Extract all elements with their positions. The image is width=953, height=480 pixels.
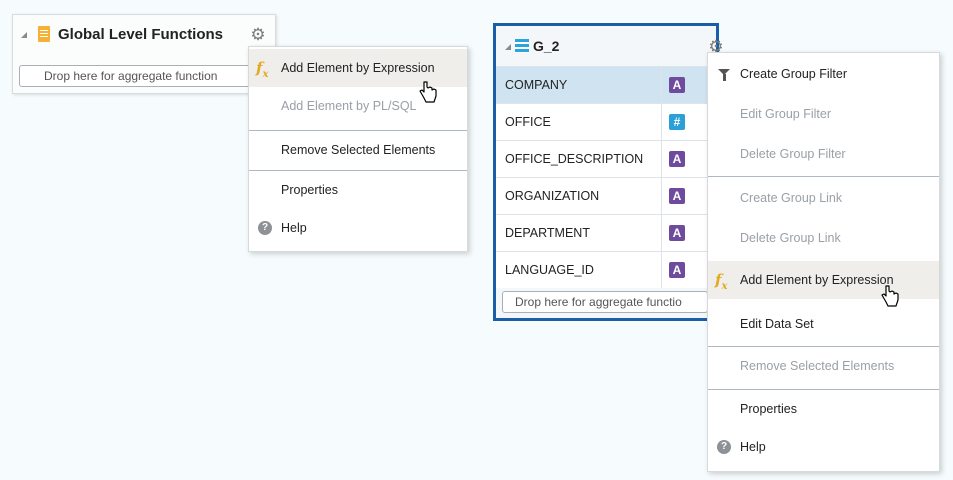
global-level-functions-panel: Global Level Functions ⚙ Drop here for a… — [12, 14, 276, 94]
menu-separator — [708, 176, 939, 177]
collapse-triangle-icon[interactable] — [21, 32, 27, 38]
alpha-type-icon: A — [669, 188, 685, 204]
column-divider — [661, 252, 662, 288]
global-panel-title: Global Level Functions — [58, 26, 224, 43]
menu-item-label: Properties — [281, 183, 338, 197]
column-divider — [661, 67, 662, 103]
menu-item-add-element-by-expression[interactable]: fx Add Element by Expression — [708, 261, 939, 299]
aggregate-drop-zone[interactable]: Drop here for aggregate function — [19, 65, 269, 87]
group-panel-header: G_2 ⚙ — [496, 26, 724, 66]
column-divider — [661, 215, 662, 251]
group-panel-title: G_2 — [533, 38, 560, 54]
menu-item-help[interactable]: ? Help — [249, 209, 467, 247]
table-row-office-description[interactable]: OFFICE_DESCRIPTION A — [496, 140, 708, 177]
menu-item-delete-group-link[interactable]: Delete Group Link — [708, 219, 939, 257]
group-context-menu: Create Group Filter Edit Group Filter De… — [707, 52, 940, 472]
collapse-triangle-icon[interactable] — [505, 44, 511, 50]
menu-item-label: Properties — [740, 402, 797, 416]
column-divider — [661, 141, 662, 177]
alpha-type-icon: A — [669, 225, 685, 241]
table-row-company[interactable]: COMPANY A — [496, 66, 708, 103]
gear-icon[interactable]: ⚙ — [250, 26, 266, 43]
menu-item-label: Delete Group Link — [740, 231, 841, 245]
menu-item-label: Delete Group Filter — [740, 147, 846, 161]
document-icon — [38, 26, 50, 42]
fx-icon: fx — [715, 271, 728, 292]
alpha-type-icon: A — [669, 262, 685, 278]
help-icon: ? — [717, 440, 731, 454]
element-name: COMPANY — [505, 78, 568, 92]
menu-item-remove-selected-elements[interactable]: Remove Selected Elements — [249, 131, 467, 169]
help-icon: ? — [258, 221, 272, 235]
menu-item-label: Remove Selected Elements — [740, 359, 895, 373]
menu-item-label: Create Group Link — [740, 191, 843, 205]
menu-item-create-group-filter[interactable]: Create Group Filter — [708, 55, 939, 93]
data-group-icon — [515, 39, 529, 53]
menu-item-label: Add Element by Expression — [281, 61, 435, 75]
global-panel-header: Global Level Functions ⚙ — [13, 15, 275, 55]
table-row-organization[interactable]: ORGANIZATION A — [496, 177, 708, 214]
menu-item-label: Help — [740, 440, 766, 454]
element-name: DEPARTMENT — [505, 226, 590, 240]
hand-cursor-icon — [419, 81, 437, 103]
element-name: LANGUAGE_ID — [505, 263, 594, 277]
menu-item-properties[interactable]: Properties — [708, 390, 939, 428]
group-g2-panel: G_2 ⚙ COMPANY A OFFICE # OFFICE_DESCRIPT… — [493, 23, 724, 321]
menu-item-remove-selected-elements[interactable]: Remove Selected Elements — [708, 347, 939, 385]
column-divider — [661, 104, 662, 140]
menu-item-label: Help — [281, 221, 307, 235]
element-name: ORGANIZATION — [505, 189, 600, 203]
menu-item-label: Edit Data Set — [740, 317, 814, 331]
element-name: OFFICE_DESCRIPTION — [505, 152, 644, 166]
alpha-type-icon: A — [669, 151, 685, 167]
alpha-type-icon: A — [669, 77, 685, 93]
aggregate-drop-zone[interactable]: Drop here for aggregate functio — [502, 291, 708, 313]
menu-item-help[interactable]: ? Help — [708, 428, 939, 466]
menu-item-edit-group-filter[interactable]: Edit Group Filter — [708, 95, 939, 133]
table-row-language-id[interactable]: LANGUAGE_ID A — [496, 251, 708, 288]
menu-item-label: Remove Selected Elements — [281, 143, 436, 157]
global-context-menu: fx Add Element by Expression Add Element… — [248, 46, 468, 252]
menu-item-label: Add Element by PL/SQL — [281, 99, 417, 113]
menu-item-label: Create Group Filter — [740, 67, 847, 81]
table-row-office[interactable]: OFFICE # — [496, 103, 708, 140]
number-type-icon: # — [669, 114, 685, 130]
menu-item-delete-group-filter[interactable]: Delete Group Filter — [708, 135, 939, 173]
menu-item-create-group-link[interactable]: Create Group Link — [708, 179, 939, 217]
menu-item-label: Add Element by Expression — [740, 273, 894, 287]
menu-item-label: Edit Group Filter — [740, 107, 832, 121]
menu-item-edit-data-set[interactable]: Edit Data Set — [708, 305, 939, 343]
menu-item-properties[interactable]: Properties — [249, 171, 467, 209]
column-divider — [661, 178, 662, 214]
filter-icon — [718, 69, 730, 81]
hand-cursor-icon — [881, 285, 899, 307]
element-name: OFFICE — [505, 115, 551, 129]
table-row-department[interactable]: DEPARTMENT A — [496, 214, 708, 251]
